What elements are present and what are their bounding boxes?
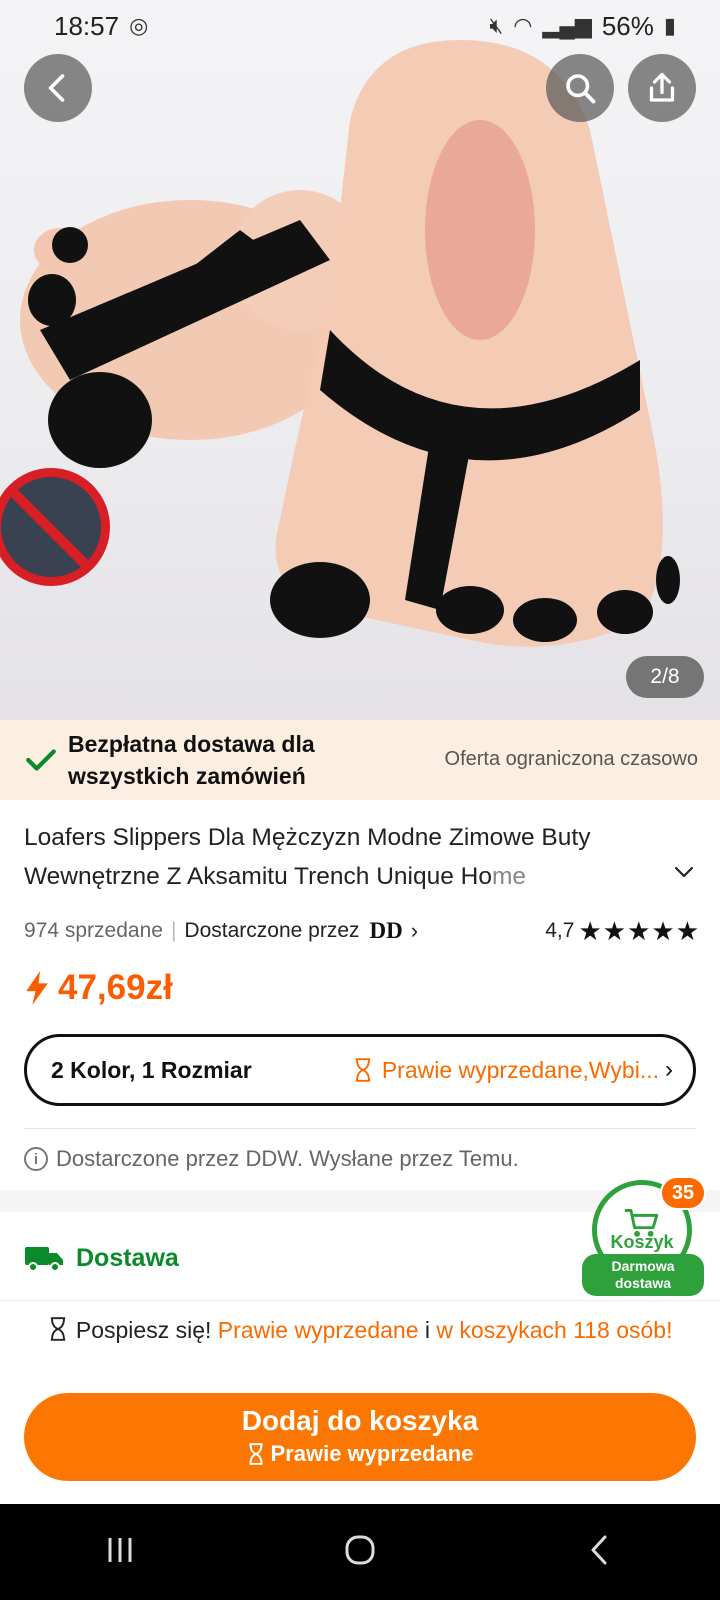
add-to-cart-button[interactable]: Dodaj do koszyka Prawie wyprzedane [24, 1393, 696, 1481]
truck-icon [25, 1247, 63, 1272]
home-button[interactable] [340, 1530, 380, 1575]
battery-icon: ▮ [663, 13, 676, 38]
fulfilment-text: Dostarczone przez DDW. Wysłane przez Tem… [56, 1146, 519, 1171]
search-icon [566, 74, 596, 104]
cart-free-line1: Darmowa [611, 1258, 675, 1274]
back-nav-icon [591, 1535, 607, 1564]
variant-selector[interactable]: 2 Kolor, 1 Rozmiar Prawie wyprzedane, Wy… [24, 1034, 696, 1106]
mute-icon: 🔇︎ [489, 13, 504, 38]
delivery-section[interactable]: Dostawa [24, 1242, 179, 1274]
hurry-carts: w koszykach 118 osób! [436, 1317, 673, 1343]
add-to-cart-label: Dodaj do koszyka [241, 1405, 479, 1436]
prohibited-sign-icon [0, 468, 110, 586]
meta-separator: | [170, 919, 177, 942]
hurry-almost: Prawie wyprzedane [217, 1317, 419, 1343]
hourglass-icon [51, 1317, 66, 1341]
signal-icon: ▂▄▆ [542, 13, 592, 38]
variant-chevron-right-icon: › [665, 1056, 673, 1083]
product-title: Loafers Slippers Dla Mężczyzn Modne Zimo… [24, 818, 664, 896]
variant-more: Wybi... [588, 1056, 659, 1083]
product-photo [20, 40, 680, 647]
cart-free-shipping: Darmowa dostawa [582, 1254, 704, 1296]
hourglass-icon [248, 1443, 263, 1465]
rating-stars-icon: ★★★★★ [578, 915, 700, 946]
search-button[interactable] [546, 54, 614, 122]
bottom-action-panel: Pospiesz się! Prawie wyprzedane i w kosz… [0, 1300, 720, 1502]
add-to-cart-sub-text: Prawie wyprzedane [270, 1441, 474, 1466]
messenger-icon: ◎ [129, 13, 149, 38]
price: 47,69zł [24, 968, 173, 1008]
wifi-icon: ◠ [513, 13, 533, 38]
seller-chevron-right-icon[interactable]: › [411, 918, 418, 944]
check-icon [26, 749, 56, 771]
share-button[interactable] [628, 54, 696, 122]
price-value: 47,69zł [58, 968, 173, 1007]
cart-count-badge: 35 [660, 1176, 706, 1210]
product-title-fade: me [491, 863, 527, 890]
hourglass-icon [355, 1058, 371, 1082]
status-bar: 18:57 ◎ 🔇︎ ◠ ▂▄▆ 56% ▮ [0, 0, 720, 52]
free-shipping-banner: Bezpłatna dostawa dla wszystkich zamówie… [0, 720, 720, 800]
product-meta-row: 974 sprzedane | Dostarczone przez DD › 4… [24, 914, 700, 948]
fulfilment-info: i Dostarczone przez DDW. Wysłane przez T… [24, 1146, 519, 1172]
product-image-gallery[interactable]: 18:57 ◎ 🔇︎ ◠ ▂▄▆ 56% ▮ 2/8 [0, 0, 720, 720]
free-shipping-title: Bezpłatna dostawa dla wszystkich zamówie… [68, 731, 315, 789]
hurry-conj: i [424, 1317, 431, 1343]
lightning-icon [26, 971, 48, 1005]
cart-label: Koszyk [610, 1231, 674, 1252]
back-nav-button[interactable] [580, 1530, 620, 1575]
delivery-label: Dostawa [76, 1243, 179, 1272]
info-icon: i [24, 1147, 48, 1171]
cart-free-line2: dostawa [614, 1275, 671, 1291]
battery-percent: 56% [601, 10, 654, 41]
clock: 18:57 [54, 10, 120, 41]
chevron-left-icon [48, 74, 65, 102]
delivered-by-label[interactable]: Dostarczone przez [184, 919, 359, 943]
recent-apps-icon [108, 1537, 132, 1562]
cart-floating-button[interactable]: Koszyk 35 Darmowa dostawa [582, 1176, 706, 1296]
add-to-cart-sub: Prawie wyprzedane [24, 1437, 696, 1467]
system-navigation-bar [0, 1504, 720, 1600]
back-button[interactable] [24, 54, 92, 122]
gallery-counter: 2/8 [626, 656, 704, 698]
hurry-message: Pospiesz się! Prawie wyprzedane i w kosz… [40, 1315, 680, 1346]
recent-apps-button[interactable] [100, 1530, 140, 1575]
variant-stock: Prawie wyprzedane, Wybi... [352, 1057, 659, 1084]
variant-selection: 2 Kolor, 1 Rozmiar [51, 1056, 252, 1083]
variant-stock-text: Prawie wyprzedane, [381, 1056, 589, 1083]
share-icon [649, 72, 675, 102]
rating-value: 4,7 [545, 919, 575, 942]
expand-title-chevron-down-icon[interactable] [672, 860, 696, 884]
divider [24, 1128, 696, 1129]
rating[interactable]: 4,7 ★★★★★ [545, 916, 700, 947]
limited-offer-text: Oferta ograniczona czasowo [444, 748, 698, 770]
hurry-prefix: Pospiesz się! [75, 1317, 212, 1343]
sold-count: 974 sprzedane [24, 919, 163, 942]
home-icon [345, 1535, 375, 1564]
seller-logo[interactable]: DD [370, 918, 403, 944]
